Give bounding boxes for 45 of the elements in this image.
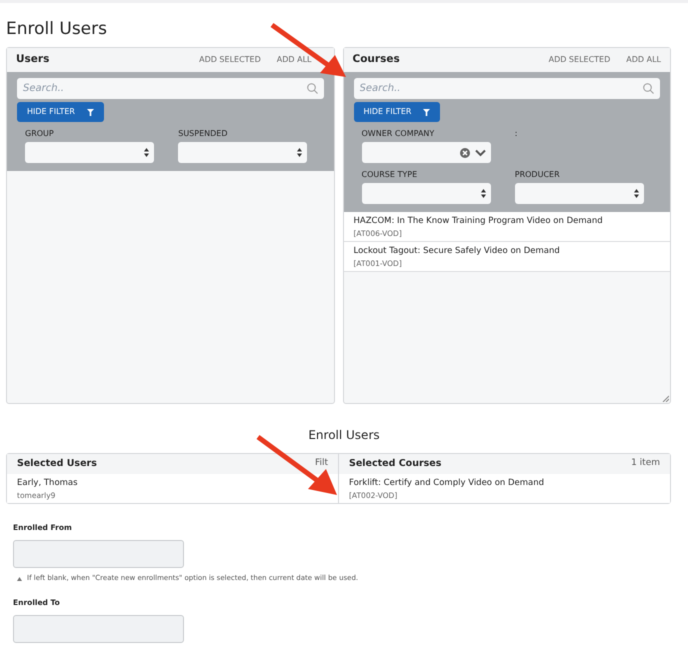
filter-label: COURSE TYPE xyxy=(362,169,418,179)
date-field[interactable] xyxy=(13,540,184,568)
column-title: Selected Courses xyxy=(349,456,442,471)
filter-label: OWNER COMPANY xyxy=(362,128,436,138)
chevron-down-icon[interactable] xyxy=(474,148,486,156)
search-icon xyxy=(306,83,318,94)
search-icon xyxy=(643,83,654,94)
date-field[interactable] xyxy=(13,615,184,643)
sort-arrows-icon xyxy=(144,148,149,157)
item-name: Early, Thomas xyxy=(17,477,79,490)
sort-arrows-icon xyxy=(634,189,639,198)
filter-label: : xyxy=(514,128,518,138)
column-note: Filt xyxy=(314,457,328,470)
add-link[interactable]: ADD ALL xyxy=(276,54,312,66)
item-name: Lockout Tagout: Secure Safely Video on Demand xyxy=(354,245,561,258)
search-field[interactable]: Search.. xyxy=(17,78,324,99)
filter-icon xyxy=(423,108,430,116)
select-field[interactable] xyxy=(25,142,154,163)
filter-label: SUSPENDED xyxy=(178,128,228,138)
add-link[interactable]: ADD SELECTED xyxy=(548,54,610,66)
triangle-up-icon xyxy=(17,576,22,580)
resize-grip-icon[interactable] xyxy=(662,395,669,402)
filter-label: GROUP xyxy=(25,128,55,138)
sort-arrows-icon xyxy=(480,189,486,198)
select-field[interactable] xyxy=(178,142,308,163)
item-name: HAZCOM: In The Know Training Program Video on Demand xyxy=(354,215,604,228)
filter-icon xyxy=(86,108,94,116)
item-name: Forklift: Certify and Comply Video on Demand xyxy=(349,477,546,490)
panel-title: Users xyxy=(16,52,50,68)
add-link[interactable]: ADD SELECTED xyxy=(199,54,261,66)
clear-icon[interactable] xyxy=(460,148,470,158)
page-title: Enroll Users xyxy=(6,18,108,41)
column-title: Selected Users xyxy=(17,456,98,471)
panel-title: Courses xyxy=(352,52,401,68)
select-field[interactable] xyxy=(362,183,490,204)
filter-label: PRODUCER xyxy=(514,169,561,179)
section-title: Enroll Users xyxy=(307,427,381,444)
search-field[interactable]: Search.. xyxy=(354,78,660,99)
column-note: 1 item xyxy=(631,457,660,470)
hide-filter-button[interactable]: HIDE FILTER xyxy=(354,102,440,122)
combo-field[interactable] xyxy=(362,142,490,163)
hide-filter-button[interactable]: HIDE FILTER xyxy=(17,102,104,122)
select-field[interactable] xyxy=(514,183,644,204)
add-link[interactable]: ADD ALL xyxy=(626,54,661,66)
sort-arrows-icon xyxy=(297,148,302,157)
